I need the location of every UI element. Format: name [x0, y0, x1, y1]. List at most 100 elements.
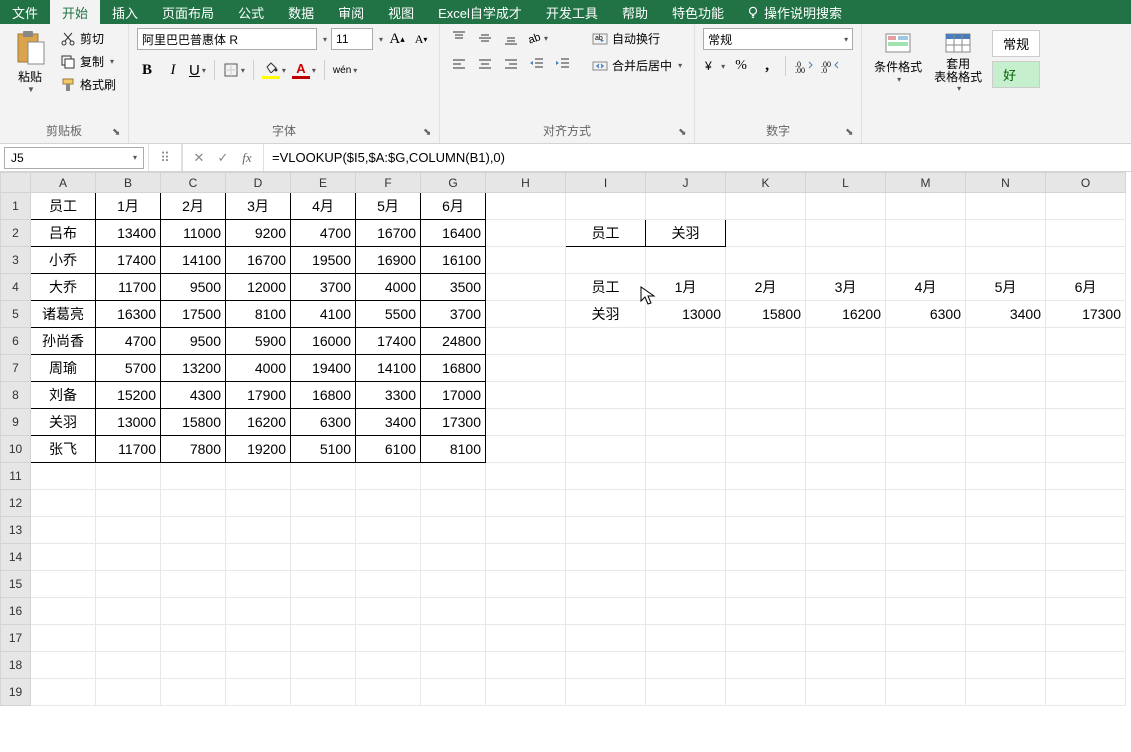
- cell[interactable]: [226, 544, 291, 571]
- enter-formula-button[interactable]: ✓: [213, 148, 233, 168]
- cell[interactable]: [646, 193, 726, 220]
- underline-button[interactable]: U▾: [189, 62, 206, 79]
- cell[interactable]: 17900: [226, 382, 291, 409]
- cell[interactable]: 诸葛亮: [31, 301, 96, 328]
- cell[interactable]: [486, 382, 566, 409]
- row-header[interactable]: 7: [1, 355, 31, 382]
- cell[interactable]: [31, 652, 96, 679]
- cell[interactable]: 16900: [356, 247, 421, 274]
- cell[interactable]: 11700: [96, 274, 161, 301]
- cell[interactable]: [161, 652, 226, 679]
- cell[interactable]: [356, 490, 421, 517]
- cell[interactable]: 11000: [161, 220, 226, 247]
- cell[interactable]: [486, 652, 566, 679]
- formula-input[interactable]: =VLOOKUP($I5,$A:$G,COLUMN(B1),0): [264, 144, 1131, 171]
- cell[interactable]: 3月: [806, 274, 886, 301]
- cell[interactable]: [886, 652, 966, 679]
- cell[interactable]: [486, 274, 566, 301]
- cell[interactable]: [1046, 679, 1126, 706]
- cell[interactable]: [726, 382, 806, 409]
- cell[interactable]: 9500: [161, 328, 226, 355]
- cell[interactable]: [161, 571, 226, 598]
- cell[interactable]: [966, 679, 1046, 706]
- tab-review[interactable]: 审阅: [326, 0, 376, 24]
- cell[interactable]: [486, 463, 566, 490]
- cell[interactable]: [96, 571, 161, 598]
- column-header[interactable]: F: [356, 173, 421, 193]
- cell[interactable]: [486, 679, 566, 706]
- cell[interactable]: [966, 490, 1046, 517]
- cell[interactable]: [356, 652, 421, 679]
- cell[interactable]: [356, 679, 421, 706]
- chevron-down-icon[interactable]: ▾: [379, 35, 383, 44]
- cell[interactable]: 8100: [421, 436, 486, 463]
- row-header[interactable]: 1: [1, 193, 31, 220]
- cell[interactable]: [726, 517, 806, 544]
- orientation-button[interactable]: ab▾: [526, 28, 548, 48]
- cell[interactable]: [1046, 490, 1126, 517]
- cell[interactable]: [486, 328, 566, 355]
- cell[interactable]: [1046, 544, 1126, 571]
- row-header[interactable]: 11: [1, 463, 31, 490]
- cell[interactable]: 4100: [291, 301, 356, 328]
- cell[interactable]: 6100: [356, 436, 421, 463]
- cell-style-normal[interactable]: 常规: [992, 30, 1040, 57]
- cell[interactable]: 19400: [291, 355, 356, 382]
- cell[interactable]: [291, 652, 356, 679]
- cell[interactable]: [966, 193, 1046, 220]
- cell[interactable]: [161, 598, 226, 625]
- cell[interactable]: 3500: [421, 274, 486, 301]
- accounting-format-button[interactable]: ¥▾: [703, 58, 725, 74]
- cell[interactable]: 24800: [421, 328, 486, 355]
- merge-center-button[interactable]: 合并后居中▾: [588, 55, 686, 76]
- cell[interactable]: [161, 544, 226, 571]
- cell[interactable]: [486, 301, 566, 328]
- align-middle-button[interactable]: [474, 28, 496, 48]
- row-header[interactable]: 6: [1, 328, 31, 355]
- cell[interactable]: [566, 355, 646, 382]
- cell[interactable]: 16400: [421, 220, 486, 247]
- cell[interactable]: [806, 220, 886, 247]
- cell[interactable]: [726, 328, 806, 355]
- cell[interactable]: 孙尚香: [31, 328, 96, 355]
- cell[interactable]: 16700: [356, 220, 421, 247]
- cell[interactable]: [421, 679, 486, 706]
- cell[interactable]: [966, 328, 1046, 355]
- font-color-button[interactable]: A▾: [292, 62, 316, 79]
- decrease-font-button[interactable]: A▾: [411, 29, 431, 49]
- cell[interactable]: [486, 598, 566, 625]
- cell[interactable]: [886, 463, 966, 490]
- decrease-indent-button[interactable]: [526, 54, 548, 74]
- cell[interactable]: [886, 598, 966, 625]
- cell[interactable]: 4月: [886, 274, 966, 301]
- cell[interactable]: 17300: [1046, 301, 1126, 328]
- tell-me[interactable]: 操作说明搜索: [736, 0, 852, 24]
- cell[interactable]: [966, 382, 1046, 409]
- cell[interactable]: 3700: [421, 301, 486, 328]
- cell[interactable]: 19200: [226, 436, 291, 463]
- cell[interactable]: [966, 463, 1046, 490]
- cell[interactable]: [646, 490, 726, 517]
- cell[interactable]: 5500: [356, 301, 421, 328]
- cell[interactable]: [161, 625, 226, 652]
- cell[interactable]: [886, 355, 966, 382]
- font-launcher[interactable]: ⬊: [423, 127, 437, 141]
- cell[interactable]: [291, 490, 356, 517]
- cell[interactable]: [356, 463, 421, 490]
- cell[interactable]: [31, 544, 96, 571]
- cell[interactable]: [886, 436, 966, 463]
- column-header[interactable]: E: [291, 173, 356, 193]
- cell[interactable]: [31, 679, 96, 706]
- align-left-button[interactable]: [448, 54, 470, 74]
- cell[interactable]: [1046, 328, 1126, 355]
- align-launcher[interactable]: ⬊: [678, 127, 692, 141]
- cell[interactable]: [356, 598, 421, 625]
- cell[interactable]: [291, 517, 356, 544]
- cell[interactable]: 15800: [726, 301, 806, 328]
- cell[interactable]: 2月: [161, 193, 226, 220]
- cell[interactable]: [726, 571, 806, 598]
- cell[interactable]: [726, 463, 806, 490]
- cell[interactable]: 关羽: [646, 220, 726, 247]
- cell[interactable]: [421, 625, 486, 652]
- cell[interactable]: [646, 247, 726, 274]
